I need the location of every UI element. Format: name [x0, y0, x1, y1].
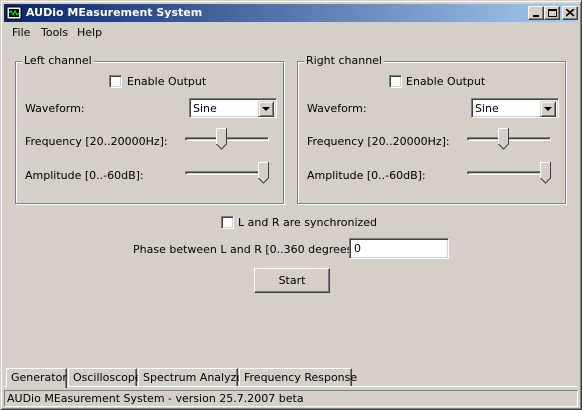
- chevron-down-icon: [262, 107, 270, 111]
- maximize-button[interactable]: [544, 6, 560, 20]
- left-waveform-select[interactable]: Sine: [189, 98, 277, 118]
- tab-frequency-response-label: Frequency Response: [244, 371, 358, 384]
- tab-oscilloscope[interactable]: Oscilloscope: [68, 368, 142, 386]
- status-text: AUDio MEasurement System - version 25.7.…: [7, 392, 304, 405]
- start-button-label: Start: [278, 274, 306, 287]
- tab-spectrum-analyzer-label: Spectrum Analyzer: [143, 371, 248, 384]
- window-title: AUDio MEasurement System: [26, 6, 203, 19]
- right-frequency-label: Frequency [20..20000Hz]:: [307, 135, 450, 148]
- right-waveform-select[interactable]: Sine: [471, 98, 559, 118]
- chevron-down-icon: [544, 107, 552, 111]
- phase-label: Phase between L and R [0..360 degrees]:: [133, 243, 361, 256]
- tab-generator-label: Generator: [11, 371, 67, 384]
- title-bar[interactable]: AUDio MEasurement System: [4, 4, 578, 22]
- left-enable-output-checkbox[interactable]: [109, 75, 122, 88]
- close-icon: [566, 9, 575, 17]
- slider-thumb[interactable]: [258, 162, 269, 184]
- tab-oscilloscope-label: Oscilloscope: [73, 371, 142, 384]
- maximize-icon: [548, 9, 557, 17]
- minimize-button[interactable]: [528, 6, 544, 20]
- slider-thumb[interactable]: [216, 128, 227, 150]
- left-waveform-dropdown-button[interactable]: [258, 101, 274, 117]
- slider-track: [467, 171, 551, 175]
- right-channel-title: Right channel: [304, 54, 384, 67]
- tab-frequency-response[interactable]: Frequency Response: [239, 368, 357, 386]
- menu-help[interactable]: Help: [74, 26, 105, 39]
- left-amplitude-slider[interactable]: [185, 162, 269, 184]
- tab-spectrum-analyzer[interactable]: Spectrum Analyzer: [138, 368, 248, 386]
- right-waveform-dropdown-button[interactable]: [540, 101, 556, 117]
- right-amplitude-slider[interactable]: [467, 162, 551, 184]
- left-enable-output-label: Enable Output: [127, 75, 207, 88]
- left-waveform-value: Sine: [193, 102, 217, 115]
- right-amplitude-label: Amplitude [0..-60dB]:: [307, 169, 426, 182]
- slider-track: [185, 137, 269, 141]
- left-frequency-slider[interactable]: [185, 128, 269, 150]
- menu-file[interactable]: File: [9, 26, 33, 39]
- phase-input[interactable]: [349, 238, 449, 259]
- slider-thumb[interactable]: [540, 162, 551, 184]
- sync-checkbox[interactable]: [221, 216, 234, 229]
- tab-generator[interactable]: Generator: [6, 368, 67, 388]
- right-enable-output-label: Enable Output: [406, 75, 486, 88]
- slider-track: [467, 137, 551, 141]
- right-waveform-label: Waveform:: [307, 102, 367, 115]
- app-icon: [6, 6, 22, 20]
- sync-label: L and R are synchronized: [238, 216, 378, 229]
- slider-track: [185, 171, 269, 175]
- close-button[interactable]: [562, 6, 578, 20]
- left-channel-title: Left channel: [22, 54, 94, 67]
- left-channel-group: Left channel Enable Output Waveform: Sin…: [15, 54, 284, 204]
- left-frequency-label: Frequency [20..20000Hz]:: [25, 135, 168, 148]
- menu-tools[interactable]: Tools: [38, 26, 71, 39]
- right-waveform-value: Sine: [475, 102, 499, 115]
- right-channel-group: Right channel Enable Output Waveform: Si…: [297, 54, 566, 204]
- left-waveform-label: Waveform:: [25, 102, 85, 115]
- start-button[interactable]: Start: [254, 268, 330, 293]
- minimize-icon: [533, 15, 539, 17]
- menu-bar: File Tools Help: [4, 23, 578, 42]
- tab-strip-divider: [4, 386, 578, 387]
- status-bar: AUDio MEasurement System - version 25.7.…: [4, 390, 578, 407]
- right-frequency-slider[interactable]: [467, 128, 551, 150]
- app-window: AUDio MEasurement System File Tools Help…: [0, 0, 582, 410]
- slider-thumb[interactable]: [498, 128, 509, 150]
- right-enable-output-checkbox[interactable]: [389, 75, 402, 88]
- left-amplitude-label: Amplitude [0..-60dB]:: [25, 169, 144, 182]
